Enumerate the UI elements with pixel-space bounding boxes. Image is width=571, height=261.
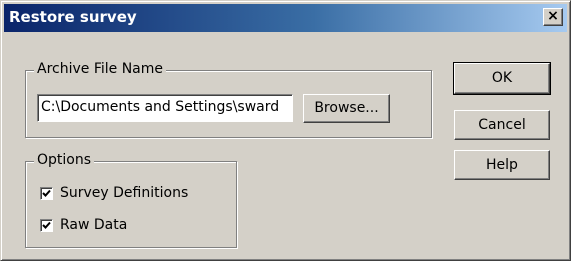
options-legend: Options — [34, 152, 95, 168]
raw-data-label: Raw Data — [60, 217, 128, 233]
raw-data-option[interactable]: Raw Data — [40, 217, 160, 237]
checkmark-icon — [42, 189, 51, 197]
browse-button[interactable]: Browse... — [303, 94, 390, 123]
survey-definitions-label: Survey Definitions — [60, 185, 189, 201]
close-icon: × — [547, 8, 559, 24]
restore-survey-dialog: Restore survey × Archive File Name C:\Do… — [0, 0, 571, 261]
raw-data-checkbox[interactable] — [40, 219, 53, 232]
ok-button[interactable]: OK — [453, 62, 551, 95]
survey-definitions-checkbox[interactable] — [40, 187, 53, 200]
dialog-title: Restore survey — [9, 8, 137, 26]
ok-button-label: OK — [491, 70, 513, 86]
help-button-label: Help — [486, 157, 518, 173]
browse-button-label: Browse... — [314, 100, 379, 116]
help-button[interactable]: Help — [454, 150, 550, 180]
archive-file-name-legend: Archive File Name — [34, 61, 167, 77]
survey-definitions-option[interactable]: Survey Definitions — [40, 185, 220, 205]
archive-file-path-input[interactable]: C:\Documents and Settings\sward — [37, 94, 293, 122]
cancel-button-label: Cancel — [478, 117, 526, 133]
title-bar[interactable]: Restore survey × — [4, 4, 567, 32]
close-button[interactable]: × — [543, 8, 563, 26]
archive-file-path-value: C:\Documents and Settings\sward — [41, 99, 280, 115]
cancel-button[interactable]: Cancel — [454, 110, 550, 140]
checkmark-icon — [42, 221, 51, 229]
